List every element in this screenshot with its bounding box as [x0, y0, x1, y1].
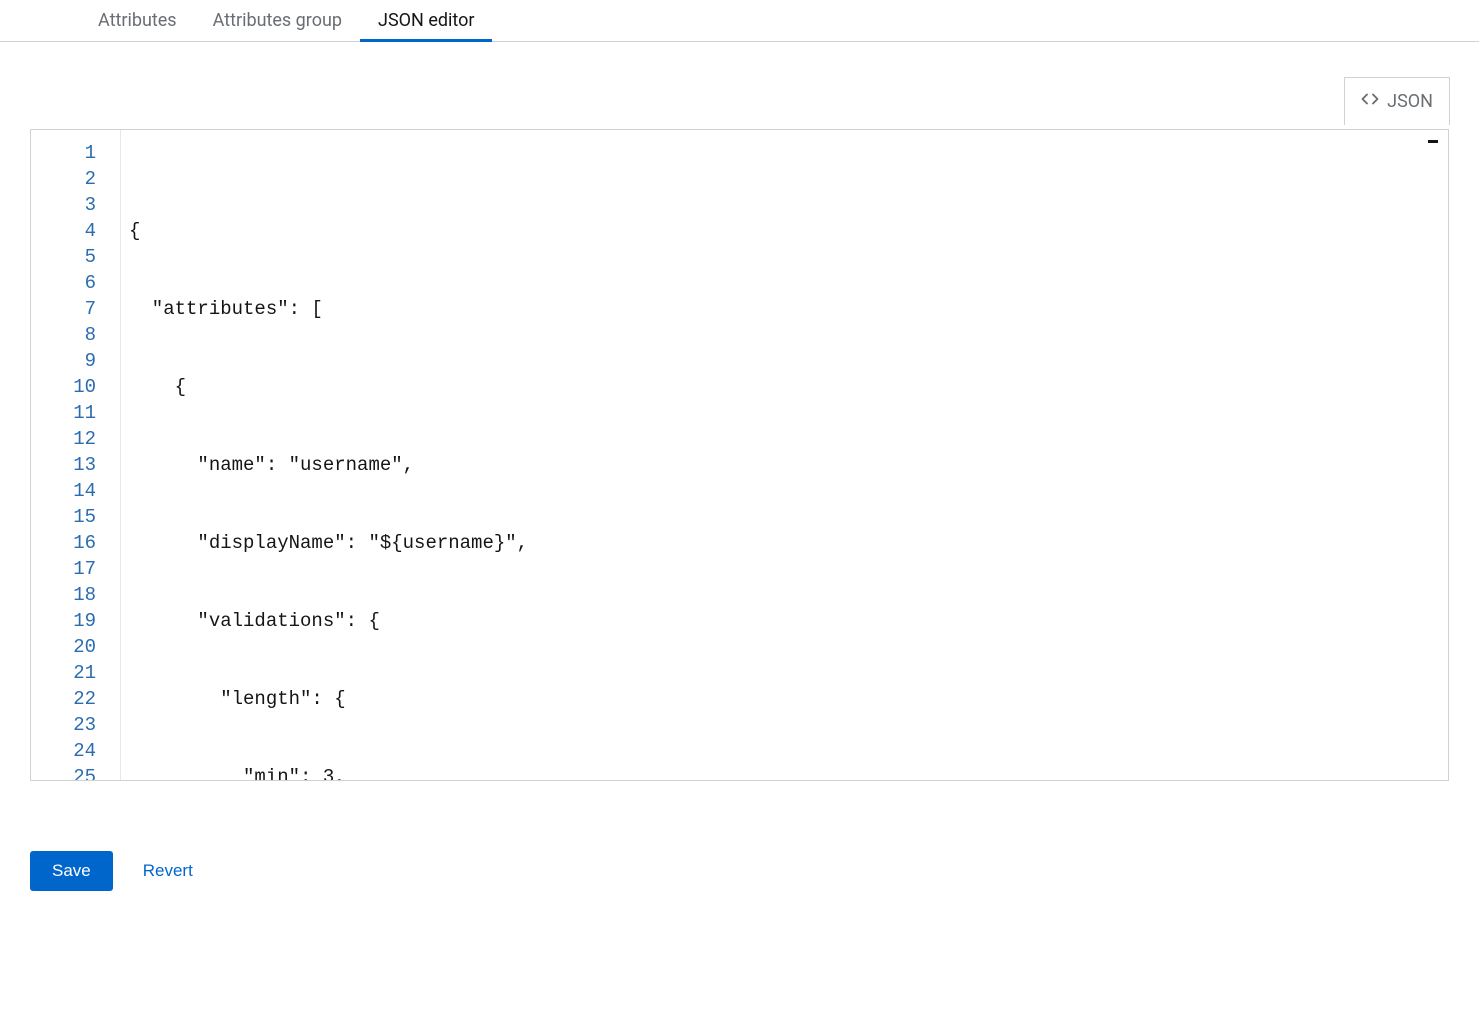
code-line: "min": 3, — [129, 764, 1440, 780]
tabs-bar: Attributes Attributes group JSON editor — [0, 0, 1479, 42]
line-number-gutter: 1 2 3 4 5 6 7 8 9 10 11 12 13 14 — [31, 130, 121, 780]
line-number: 23 — [51, 712, 96, 738]
code-line: "attributes": [ — [129, 296, 1440, 322]
code-content[interactable]: { "attributes": [ { "name": "username", … — [121, 130, 1448, 780]
line-number: 16 — [51, 530, 96, 556]
line-number: 18 — [51, 582, 96, 608]
line-number: 24 — [51, 738, 96, 764]
line-number: 11 — [51, 400, 96, 426]
format-badge[interactable]: JSON — [1344, 77, 1450, 125]
line-number: 5 — [51, 244, 96, 270]
line-number: 1 — [51, 140, 96, 166]
cursor-indicator — [1428, 140, 1438, 143]
revert-button[interactable]: Revert — [135, 851, 201, 891]
content-area: JSON 1 2 3 4 5 6 7 8 9 10 11 — [0, 42, 1479, 811]
line-number: 9 — [51, 348, 96, 374]
tab-attributes[interactable]: Attributes — [80, 0, 195, 42]
line-number: 3 — [51, 192, 96, 218]
editor-wrapper: 1 2 3 4 5 6 7 8 9 10 11 12 13 14 — [30, 129, 1449, 781]
line-number: 2 — [51, 166, 96, 192]
line-number: 10 — [51, 374, 96, 400]
line-number: 20 — [51, 634, 96, 660]
code-line: "length": { — [129, 686, 1440, 712]
code-icon — [1361, 90, 1379, 113]
save-button[interactable]: Save — [30, 851, 113, 891]
line-number: 25 — [51, 764, 96, 780]
code-line: "name": "username", — [129, 452, 1440, 478]
code-line: "validations": { — [129, 608, 1440, 634]
tab-attributes-group[interactable]: Attributes group — [195, 0, 360, 42]
line-number: 22 — [51, 686, 96, 712]
line-number: 17 — [51, 556, 96, 582]
code-line: { — [129, 218, 1440, 244]
line-number: 7 — [51, 296, 96, 322]
line-number: 4 — [51, 218, 96, 244]
line-number: 14 — [51, 478, 96, 504]
code-line: "displayName": "${username}", — [129, 530, 1440, 556]
code-line: { — [129, 374, 1440, 400]
line-number: 12 — [51, 426, 96, 452]
page-wrapper: Attributes Attributes group JSON editor … — [0, 0, 1479, 1035]
line-number: 19 — [51, 608, 96, 634]
action-bar: Save Revert — [0, 811, 1479, 921]
line-number: 6 — [51, 270, 96, 296]
line-number: 13 — [51, 452, 96, 478]
line-number: 15 — [51, 504, 96, 530]
line-number: 21 — [51, 660, 96, 686]
editor-shell: JSON 1 2 3 4 5 6 7 8 9 10 11 — [30, 129, 1449, 781]
code-editor[interactable]: 1 2 3 4 5 6 7 8 9 10 11 12 13 14 — [31, 130, 1448, 780]
tab-json-editor[interactable]: JSON editor — [360, 0, 492, 42]
line-number: 8 — [51, 322, 96, 348]
format-badge-label: JSON — [1387, 91, 1433, 112]
